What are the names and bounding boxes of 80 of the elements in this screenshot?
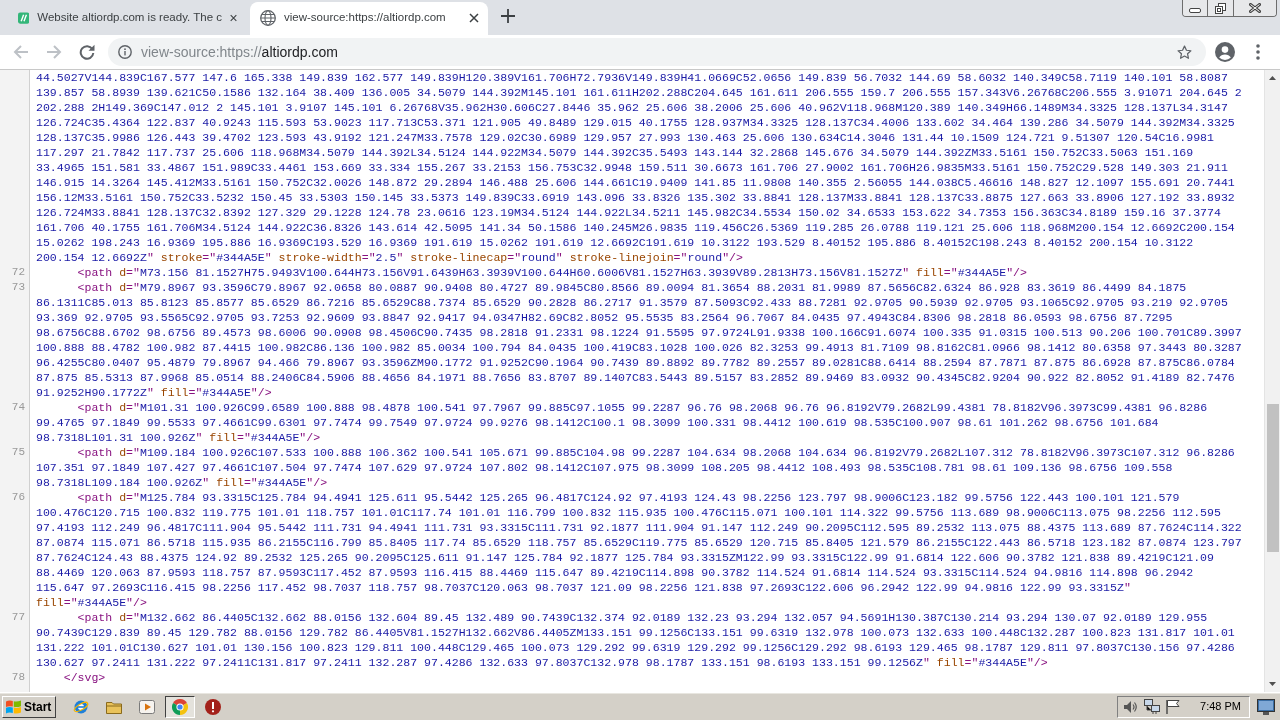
source-code-line: 100.888 88.4782 100.982 87.4415 100.982C86.136 100.982 85.0034 100.794 84.0435 100.419C83.1028 100.026 82.3253 99.4913 81.7109 98.8162C81.0966 98.1412 80.6358 97.3443 80.3287 — [36, 341, 1242, 354]
source-code-line: 97.4193 112.249 96.4817C111.904 95.5442 111.731 94.4941 111.731 93.3315C111.731 92.1877 111.904 91.147 112.249 90.2095C112.595 89.2532 113.075 88.4375 113.689 87.7624C114.322 — [36, 521, 1242, 534]
exclamation-circle-icon[interactable] — [205, 698, 222, 715]
show-desktop-icon[interactable] — [1257, 698, 1275, 715]
start-button[interactable]: Start — [2, 695, 57, 718]
scroll-up-icon[interactable] — [1269, 76, 1276, 80]
speaker-icon[interactable] — [1124, 699, 1139, 714]
source-code-line: <path d="M132.662 86.4405C132.662 88.0156 132.604 89.45 132.489 90.7439C132.374 92.0189 132.23 93.294 132.057 94.5691H130.387C130.214 93.294 130.07 92.0189 129.955 — [77, 611, 1208, 624]
source-code-line: 139.857 58.8939 139.621C50.1586 132.164 38.409 136.005 34.5079 144.392M145.101 161.611H202.288C204.645 161.611 206.555 159.7 206.555 157.343V6.26768C206.555 3.91071 204.645 2 — [36, 86, 1242, 99]
source-code-line: 161.706 40.1755 161.706M34.5124 144.922C36.8326 143.614 42.5095 141.34 50.1586 140.245M26.9835 119.456C26.5369 119.285 26.0788 119.121 25.606 118.968M200.154 12.6692C200.154 — [36, 221, 1235, 234]
minimize-icon — [1189, 8, 1201, 13]
address-bar[interactable]: view-source:https://altiordp.com — [108, 38, 1206, 66]
source-code-line: <path d="M73.156 81.1527H75.9493V100.644H73.156V91.6439H63.3939V100.644H60.6006V81.1527H63.3939V89.2813H73.156V81.1527Z" fill="#344A5E"/> — [77, 266, 1027, 279]
play-icon[interactable] — [139, 698, 156, 715]
source-code-line: <path d="M79.8967 93.3596C79.8967 92.0658 80.0887 90.9408 80.4727 89.9845C80.8566 89.0094 81.3654 88.2031 81.9989 87.5656C82.6324 86.928 83.3619 86.4499 84.1875 — [77, 281, 1187, 294]
clock-time[interactable]: 7:48 PM — [1200, 698, 1241, 715]
close-icon[interactable] — [469, 12, 479, 23]
star-icon[interactable] — [1177, 44, 1192, 60]
source-code-line: 15.0262 198.243 16.9369 195.886 16.9369C193.529 16.9369 191.619 15.0262 191.619 12.6692C191.619 10.3122 193.529 8.40152 195.886 8.40152C198.243 8.40152 200.154 10.3122 — [36, 236, 1194, 249]
scrollbar[interactable] — [1264, 70, 1280, 692]
source-code-line: 96.4255C80.0407 95.4879 79.8967 94.466 79.8967 93.3596ZM90.1772 91.9252C90.1964 90.7439 89.8892 89.7782 89.2557 89.0281C88.6414 88.2594 87.7871 87.875 86.6928 87.875C86.0784 — [36, 356, 1235, 369]
source-code-line: 93.369 92.9705 93.5565C92.9705 93.7253 92.9609 93.8847 92.9417 94.0347H82.69C82.8052 95.5535 83.2564 96.7067 84.0435 97.4943C84.8306 98.2818 86.0593 98.6756 87.7295 — [36, 311, 1173, 324]
source-code-line: fill="#344A5E"/> — [36, 596, 147, 609]
source-code-line: 146.915 14.3264 145.412M33.5161 150.752C32.0026 148.872 29.2894 146.488 25.606 144.661C19.9409 141.85 11.9808 140.355 2.56055 144.038C5.46616 148.827 12.1097 155.691 20.7441 — [36, 176, 1235, 189]
account-icon[interactable] — [1215, 42, 1235, 62]
scrollbar-thumb[interactable] — [1266, 404, 1279, 552]
source-code-line: 156.12M33.5161 150.752C33.5232 150.45 33.5303 150.145 33.5373 149.839C33.6919 143.096 33.8326 135.302 33.8841 128.137M33.8841 128.137C33.8875 127.663 33.8906 127.192 33.8932 — [36, 191, 1235, 204]
source-code-line: 98.7318L109.184 100.926Z" fill="#344A5E"/> — [36, 476, 328, 489]
restore-button[interactable] — [1208, 0, 1234, 16]
source-code-line: 33.4965 151.581 33.4867 151.989C33.4461 153.669 33.334 155.267 33.2153 156.753C32.9948 159.511 30.6673 161.706 27.9002 161.706H26.9835M33.5161 150.752C29.528 149.303 21.911 — [36, 161, 1228, 174]
globe-ring-icon[interactable] — [73, 698, 90, 715]
source-code-line: </svg> — [63, 671, 106, 684]
line-number: 73 — [11, 281, 25, 293]
info-icon[interactable] — [118, 45, 132, 59]
source-code-line: 87.0874 115.071 86.5718 115.935 86.2155C116.799 85.8405 117.74 85.6529 118.757 85.6529C119.775 85.6529 120.715 85.8405 121.579 86.2155C122.443 86.5718 123.182 87.0874 123.797 — [36, 536, 1242, 549]
scroll-down-icon[interactable] — [1269, 682, 1276, 686]
source-code-line: 87.7624C124.43 88.4375 124.92 89.2532 125.265 90.2095C125.611 91.147 125.784 92.1877 125.784 93.3315ZM122.99 93.3315C122.99 91.6814 122.606 90.3782 121.838 89.4219C121.09 — [36, 551, 1214, 564]
source-code-line: 200.154 12.6692Z" stroke="#344A5E" stroke-width="2.5" stroke-linecap="round" stroke-linejoin="round"/> — [36, 251, 743, 264]
source-code-line: <path d="M101.31 100.926C99.6589 100.888 98.4878 100.541 97.7967 99.885C97.1055 99.2287 96.76 98.2068 96.76 96.8192V79.2682L99.4381 78.8182V96.3973C99.4381 96.8286 — [77, 401, 1208, 414]
globe-icon — [260, 9, 276, 26]
browser-tab[interactable]: view-source:https://altiordp.com — [250, 2, 488, 35]
plus-icon[interactable] — [501, 9, 515, 23]
minimize-button[interactable] — [1183, 0, 1208, 16]
source-code-line: 131.222 101.01C130.627 101.01 130.156 100.823 129.811 100.448C129.465 100.073 129.292 99.6319 129.292 99.1256C129.292 98.6193 129.465 98.1787 129.811 97.8037C130.156 97.4286 — [36, 641, 1235, 654]
flag-icon[interactable] — [1166, 699, 1181, 714]
close-icon[interactable] — [229, 12, 237, 23]
source-code-line: 202.288 2H149.369C147.012 2 145.101 3.9107 145.101 6.26768V35.962H30.606C27.8446 35.962 25.606 38.2006 25.606 40.962V118.968M120.389 140.349H66.1489M34.3325 128.137L34.3147 — [36, 101, 1228, 114]
source-code-line: 91.9252H90.1772Z" fill="#344A5E"/> — [36, 386, 272, 399]
source-code-line: 130.627 97.2411 131.222 97.2411C131.817 97.2411 132.287 97.4286 132.633 97.8037C132.978 98.1787 133.151 98.6193 133.151 99.1256Z" fill="#344A5E"/> — [36, 656, 1048, 669]
four-squares-icon — [6, 699, 21, 714]
source-code-line: 128.137C35.9986 126.443 39.4702 123.593 43.9192 121.247M33.7578 129.02C30.6989 129.957 27.993 130.463 25.606 130.634C14.3046 131.44 10.1509 124.721 9.51307 120.54C16.9981 — [36, 131, 1214, 144]
source-code-line: 90.7439C129.839 89.45 129.782 88.0156 129.782 86.4405V81.1527H132.662V86.4405ZM133.151 99.1256C133.151 99.6319 132.978 100.073 132.633 100.448C132.287 100.823 131.817 101.01 — [36, 626, 1235, 639]
close-button[interactable] — [1234, 0, 1276, 16]
close-icon — [1249, 3, 1261, 13]
line-number: 72 — [11, 266, 25, 278]
source-code-line: <path d="M109.184 100.926C107.533 100.888 106.362 100.541 105.671 99.885C104.98 99.2287 104.634 98.2068 104.634 96.8192V79.2682L107.312 78.8182V96.3973C107.312 96.8286 — [77, 446, 1235, 459]
reload-icon[interactable] — [79, 44, 95, 60]
source-code-line: 86.1311C85.013 85.8123 85.8577 85.6529 86.7216 85.6529C88.7374 85.6529 90.2828 86.2717 91.3579 87.5093C92.433 88.7281 92.9705 90.5939 92.9705 93.1065C92.9705 93.219 92.9705 — [36, 296, 1228, 309]
source-code-line: 99.4765 97.1849 99.5533 97.4661C99.6301 97.7474 99.7549 97.9724 99.9276 98.1412C100.1 98.3099 100.331 98.4412 100.619 98.535C100.907 98.61 101.262 98.6756 101.684 — [36, 416, 1159, 429]
line-number: 75 — [11, 446, 25, 458]
source-code-line: 117.297 21.7842 117.737 25.606 118.968M34.5079 144.392L34.5124 144.922M34.5079 144.392C35.5493 143.144 32.2868 145.676 34.5079 144.392ZM33.5161 150.752C33.5063 151.169 — [36, 146, 1194, 159]
more-menu-icon[interactable] — [1256, 44, 1260, 60]
source-code-line: 88.4469 120.063 87.9593 118.757 87.9593C117.452 87.9593 116.415 88.4469 115.647 89.4219C114.898 90.3782 114.524 91.6814 114.524 93.3315C114.524 94.9816 114.898 96.2942 — [36, 566, 1194, 579]
line-number: 77 — [11, 611, 25, 623]
source-code-line: 107.351 97.1849 107.427 97.4661C107.504 97.7474 107.629 97.9724 107.802 98.1412C107.975 98.3099 108.205 98.4412 108.493 98.535C108.781 98.61 109.136 98.6756 109.558 — [36, 461, 1173, 474]
line-number: 76 — [11, 491, 25, 503]
line-number: 74 — [11, 401, 25, 413]
source-code-line: 98.6756C88.6702 98.6756 89.4573 98.6006 90.0908 98.4506C90.7435 98.2818 91.2331 98.1224 91.5595 97.9724L91.9338 100.166C91.6074 100.335 91.0315 100.513 90.206 100.701C89.3997 — [36, 326, 1242, 339]
source-code-line: 115.647 97.2693C116.415 98.2256 117.452 98.7037 118.757 98.7037C120.063 98.7037 121.09 98.2256 121.838 97.2693C122.606 96.2942 122.99 94.9816 122.99 93.3315Z" — [36, 581, 1131, 594]
line-number: 78 — [11, 671, 25, 683]
source-code-line: 44.5027V144.839C167.577 147.6 165.338 149.839 162.577 149.839H120.389V161.706H72.7936V149.839H41.0669C52.0656 149.839 56.7032 144.69 58.6032 140.349C58.7119 140.101 58.8087 — [36, 71, 1228, 84]
source-code-line: 98.7318L101.31 100.926Z" fill="#344A5E"/> — [36, 431, 321, 444]
network-icon[interactable] — [1144, 699, 1161, 714]
restore-icon — [1215, 2, 1226, 14]
source-code-line: 100.476C120.715 100.832 119.775 101.01 118.757 101.01C117.74 101.01 116.799 100.832 115.935 100.476C115.071 100.101 114.322 99.5756 113.689 98.9006C113.075 98.2256 112.595 — [36, 506, 1221, 519]
source-code-line: 126.724C35.4364 122.837 40.9243 115.593 53.9023 117.713C53.371 121.905 49.8489 129.015 40.1755 128.937M34.3325 128.137C34.4006 133.602 34.464 139.286 34.5079 144.392M34.3325 — [36, 116, 1235, 129]
source-code-line: <path d="M125.784 93.3315C125.784 94.4941 125.611 95.5442 125.265 96.4817C124.92 97.4193 124.43 98.2256 123.797 98.9006C123.182 99.5756 122.443 100.101 121.579 — [77, 491, 1180, 504]
source-code-line: 126.724M33.8841 128.137C32.8392 127.329 29.1228 124.78 23.0616 123.19M34.5124 144.922L34.5211 145.982C34.5534 150.02 34.6533 153.622 34.7353 156.363C34.8189 159.16 37.3774 — [36, 206, 1221, 219]
source-code-line: 87.875 85.5313 87.9968 85.0514 88.2406C84.5906 88.4656 84.1971 88.7656 83.8707 89.1407C83.5443 89.5157 83.2852 89.9469 83.0932 90.4345C82.9204 90.922 82.8052 91.4189 82.7476 — [36, 371, 1235, 384]
double-slash-icon — [18, 9, 30, 26]
